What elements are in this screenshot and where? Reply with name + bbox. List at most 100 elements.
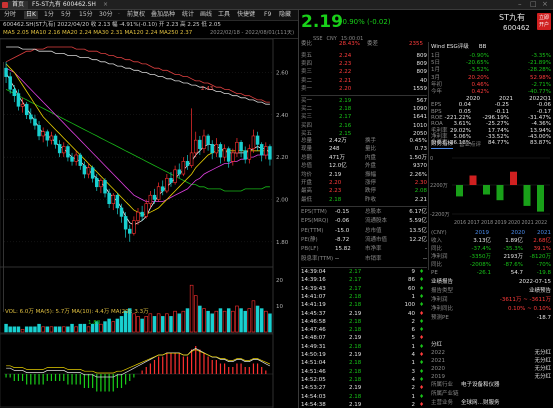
profit-header-cell: 2019: [475, 230, 489, 236]
profit-row-cell: -19.8: [536, 270, 551, 276]
ma120-line: [6, 46, 270, 105]
report-type-cell: 报告类型: [431, 288, 454, 294]
volume-bar: [86, 326, 91, 333]
tab-close-icon[interactable]: ×: [103, 2, 108, 8]
tick-row-cell: ♦: [419, 385, 424, 392]
volume-bar: [268, 313, 272, 333]
menu-adjust[interactable]: 前复权: [127, 12, 145, 18]
kline-chart-svg[interactable]: 2.60 2.40 2.20 2.00 1.80 20 10: [0, 38, 298, 408]
annotation-low-label: 1.80: [88, 320, 101, 326]
menu-hotkeys[interactable]: 快捷键: [237, 12, 255, 18]
tick-row-cell: 14:51:46: [301, 368, 326, 375]
maximize-icon[interactable]: □: [530, 1, 537, 8]
bid-row-cell: 1641: [413, 114, 427, 121]
stat-row-cell: 涨停: [365, 180, 377, 186]
open-account-label-1: 立即: [538, 15, 549, 21]
tick-row-cell: 60: [408, 285, 415, 292]
bid-row: 买三 2.17 1641: [301, 114, 427, 122]
perf-row-cell: -21.89%: [528, 60, 551, 67]
ask-row: 卖一 2.20 1559: [301, 86, 427, 94]
candle-body: [251, 135, 256, 149]
valuation-row: PE(TTM) -15.0 总市值 13.5亿: [301, 228, 427, 236]
tick-row: 14:53:27 2.19 2 ♦: [301, 385, 427, 393]
valuation-row-cell: 总股本: [365, 209, 382, 215]
dividend-row-cell: 无分红: [534, 358, 551, 364]
menu-hide[interactable]: 隐藏: [279, 12, 291, 18]
stat-row-cell: 471万: [329, 154, 345, 161]
candle-body: [128, 228, 132, 234]
stat-row-cell: 总值: [301, 163, 313, 170]
volume-bar: [115, 318, 120, 333]
perf-row-cell: 0.46%: [471, 81, 489, 88]
volume-bar: [82, 323, 87, 333]
candle-body: [202, 135, 206, 149]
chart-toolbar: 分时 日K 1分 5分 15分 30分 · 前复权 叠加品种 统计 画线 工具 …: [0, 10, 298, 21]
ask-row-cell: 2.23: [339, 61, 352, 68]
report-type-cell: 业绩预告: [528, 288, 551, 294]
tick-row-cell: 40: [408, 310, 415, 317]
stat-row-cell: 2.08: [414, 188, 427, 195]
tick-row-cell: 2.18: [349, 343, 362, 350]
fin-indicator-tab[interactable]: 财务指标: [431, 141, 454, 149]
industry-row-cell: 所属行业: [431, 382, 454, 388]
tick-row-cell: ♦: [419, 302, 424, 309]
tick-row-cell: 86: [408, 277, 415, 284]
macd-pane-frame: [0, 333, 274, 408]
bid-row: 买一 2.19 567: [301, 98, 427, 106]
bb-tab[interactable]: BB: [479, 44, 487, 51]
valuation-row-cell: 股息率(TTM): [301, 255, 334, 262]
tick-row: 14:47:46 2.18 6 ♦: [301, 327, 427, 335]
bid-row-cell: 2.19: [339, 98, 352, 104]
tick-row-cell: 14:47:46: [301, 327, 326, 334]
menu-tools[interactable]: 工具: [218, 12, 230, 18]
tick-row-cell: 2.18: [349, 318, 362, 325]
menu-timeshare[interactable]: 分时: [4, 12, 16, 18]
volume-bar: [247, 308, 252, 333]
bid-row-cell: 买一: [301, 98, 313, 104]
menu-15min[interactable]: 15分: [79, 12, 93, 18]
close-icon[interactable]: ×: [542, 1, 548, 8]
tick-row-cell: 2: [411, 401, 416, 408]
menu-draw[interactable]: 画线: [200, 12, 212, 18]
dividend-row: 2020 无分红: [431, 366, 551, 374]
review-tab[interactable]: 营业点评: [459, 142, 481, 149]
candle-body: [66, 146, 70, 158]
dividend-head: 分红: [431, 342, 551, 350]
bid-row-cell: 买三: [301, 114, 313, 121]
bid-row-cell: 1010: [413, 122, 427, 129]
menu-30min[interactable]: 30分: [99, 12, 113, 18]
valuation-row-cell: PE(TTM): [301, 227, 324, 234]
menu-overlay[interactable]: 叠加品种: [151, 12, 175, 18]
stat-row-cell: 2.21: [414, 196, 427, 203]
menu-stats[interactable]: 统计: [182, 12, 194, 18]
kline-chart-area[interactable]: 2.60 2.40 2.20 2.00 1.80 20 10 VOL: 6.0万 MA(5…: [0, 38, 298, 408]
minimize-icon[interactable]: –: [518, 1, 522, 8]
menu-1min[interactable]: 1分: [44, 12, 54, 18]
esg-tab[interactable]: Wind ESG评级: [431, 44, 469, 51]
bar-axis-label: -2200万: [430, 212, 450, 218]
weicha-label: 委差: [367, 41, 379, 48]
dividend-row-cell: 2020: [431, 366, 445, 372]
bid-row-cell: 2.15: [339, 130, 352, 137]
candle-body: [45, 131, 50, 141]
perf-row-cell: 年初: [431, 81, 443, 88]
tick-row-cell: ♦: [419, 327, 424, 334]
menu-5min[interactable]: 5分: [61, 12, 71, 18]
candle-body: [136, 211, 140, 221]
menu-daily-k[interactable]: 日K: [24, 11, 38, 19]
volume-bar: [111, 321, 116, 333]
stats-divider: [301, 206, 427, 207]
profit-row-cell: -35.3%: [503, 246, 523, 252]
valuation-row-cell: -8.72: [335, 236, 350, 243]
tab-home[interactable]: 首页: [8, 1, 29, 9]
stat-row-cell: 最低: [301, 196, 313, 203]
menu-f9[interactable]: F9: [264, 12, 271, 18]
tick-row-cell: 14:49:31: [301, 343, 326, 350]
tab-stock[interactable]: F5-ST九有 600462.SH: [28, 1, 100, 9]
valuation-row: EPS(MRQ) -0.06 流通股本 5.59亿: [301, 218, 427, 226]
dividend-row: 2021 无分红: [431, 358, 551, 366]
candle-body: [173, 169, 177, 183]
volume-bar: [255, 305, 260, 333]
open-account-button[interactable]: 立即 开户: [537, 13, 551, 30]
tick-row-cell: 14:54:38: [301, 401, 326, 408]
